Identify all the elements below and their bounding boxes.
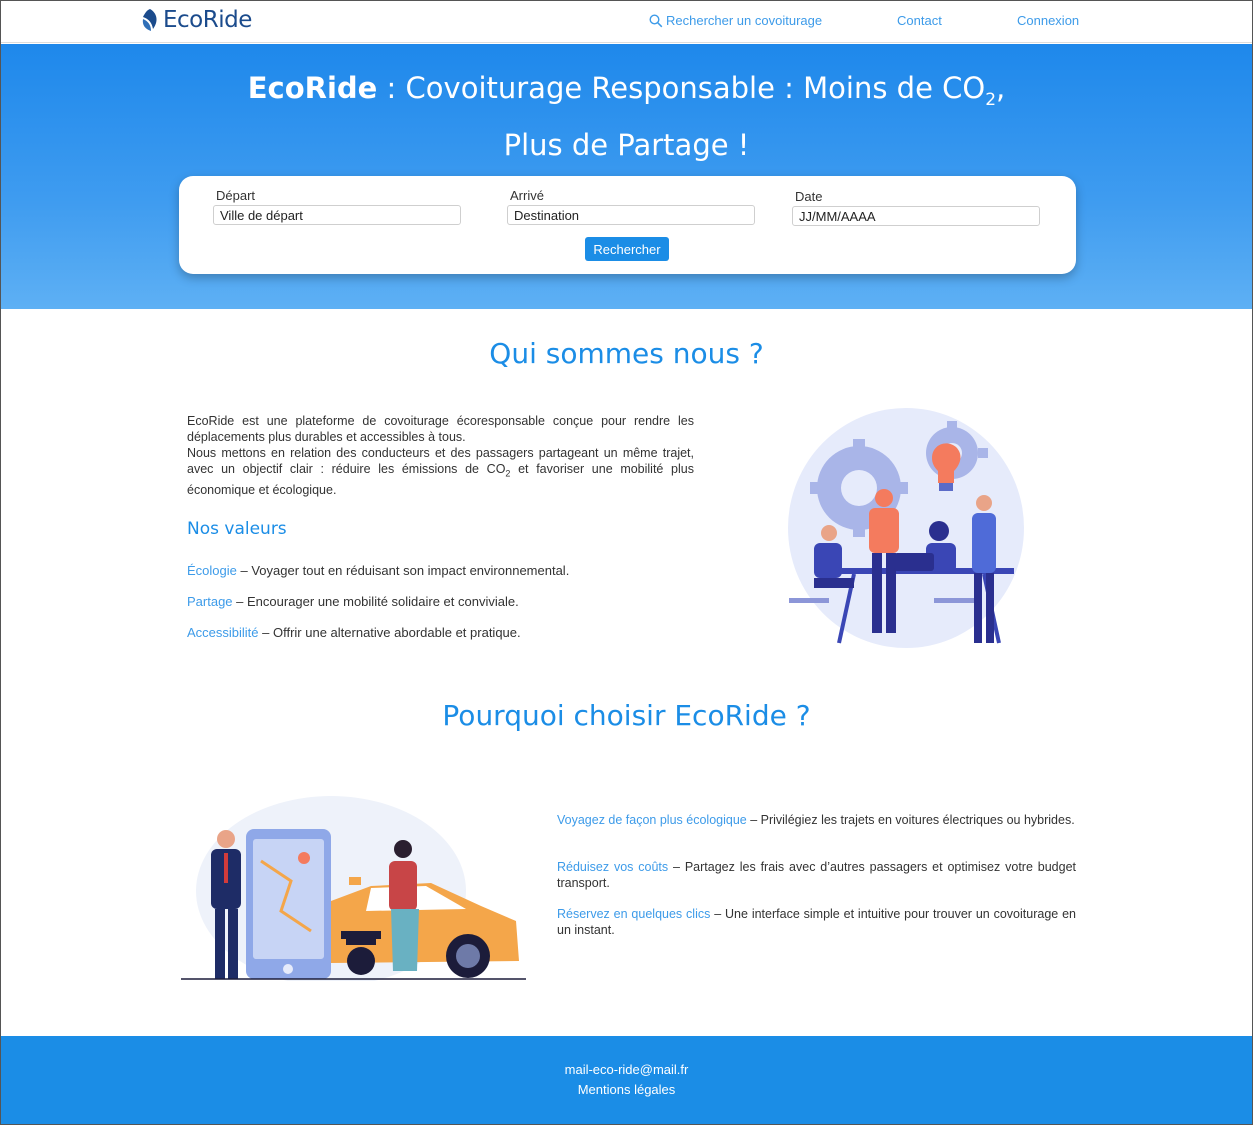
taxi-illustration [181,796,526,981]
page: EcoRide Rechercher un covoiturage Contac… [0,0,1253,1125]
nav-login-link[interactable]: Connexion [1017,13,1079,28]
navbar: EcoRide Rechercher un covoiturage Contac… [1,1,1252,43]
hero: EcoRide : Covoiturage Responsable : Moin… [1,44,1252,309]
value-item: Accessibilité – Offrir une alternative a… [187,625,521,640]
nav-search-link[interactable]: Rechercher un covoiturage [649,13,822,28]
search-form: Départ Arrivé Date Rechercher [179,176,1076,274]
why-item-text: – Privilégiez les trajets en voitures él… [746,813,1075,827]
arrive-input[interactable] [507,205,755,225]
value-item: Écologie – Voyager tout en réduisant son… [187,563,569,578]
about-paragraph-2: Nous mettons en relation des conducteurs… [187,445,694,498]
arrive-label: Arrivé [510,188,544,203]
hero-title-part2: , [996,71,1006,105]
about-text: EcoRide est une plateforme de covoiturag… [187,413,694,498]
date-label: Date [795,189,823,204]
value-name: Partage [187,594,233,609]
hero-title-part1: : Covoiturage Responsable : Moins de CO [377,71,986,105]
hero-title-line2: Plus de Partage ! [503,127,750,162]
arrive-field-group: Arrivé [507,188,755,225]
why-title: Pourquoi choisir EcoRide ? [442,699,811,732]
hero-brand: EcoRide [247,71,378,105]
search-icon [649,13,663,27]
value-text: – Encourager une mobilité solidaire et c… [232,594,519,609]
value-name: Accessibilité [187,625,259,640]
value-text: – Voyager tout en réduisant son impact e… [236,563,570,578]
depart-field-group: Départ [213,188,461,225]
value-text: – Offrir une alternative abordable et pr… [258,625,521,640]
team-illustration [788,408,1024,648]
date-field-group: Date [792,189,1040,226]
value-item: Partage – Encourager une mobilité solida… [187,594,519,609]
why-item: Réservez en quelques clics – Une interfa… [557,906,1076,938]
values-title: Nos valeurs [187,519,287,539]
footer: mail-eco-ride@mail.fr Mentions légales [1,1036,1252,1124]
date-input[interactable] [792,206,1040,226]
hero-title: EcoRide : Covoiturage Responsable : Moin… [1,66,1252,168]
nav-links: Rechercher un covoiturage Contact Connex… [1,13,1252,33]
footer-legal-link[interactable]: Mentions légales [1,1082,1252,1097]
nav-contact-link[interactable]: Contact [897,13,942,28]
why-item-name: Réservez en quelques clics [557,907,711,921]
hero-subscript: 2 [985,89,997,110]
why-item-name: Voyagez de façon plus écologique [557,813,747,827]
value-name: Écologie [187,563,237,578]
about-paragraph-1: EcoRide est une plateforme de covoiturag… [187,414,694,444]
nav-search-label: Rechercher un covoiturage [666,13,823,28]
why-item-name: Réduisez vos coûts [557,860,669,874]
why-item: Réduisez vos coûts – Partagez les frais … [557,859,1076,891]
search-button[interactable]: Rechercher [585,237,669,261]
depart-label: Départ [216,188,256,203]
depart-input[interactable] [213,205,461,225]
footer-email-link[interactable]: mail-eco-ride@mail.fr [1,1062,1252,1077]
why-item: Voyagez de façon plus écologique – Privi… [557,812,1076,828]
about-title: Qui sommes nous ? [489,337,764,370]
